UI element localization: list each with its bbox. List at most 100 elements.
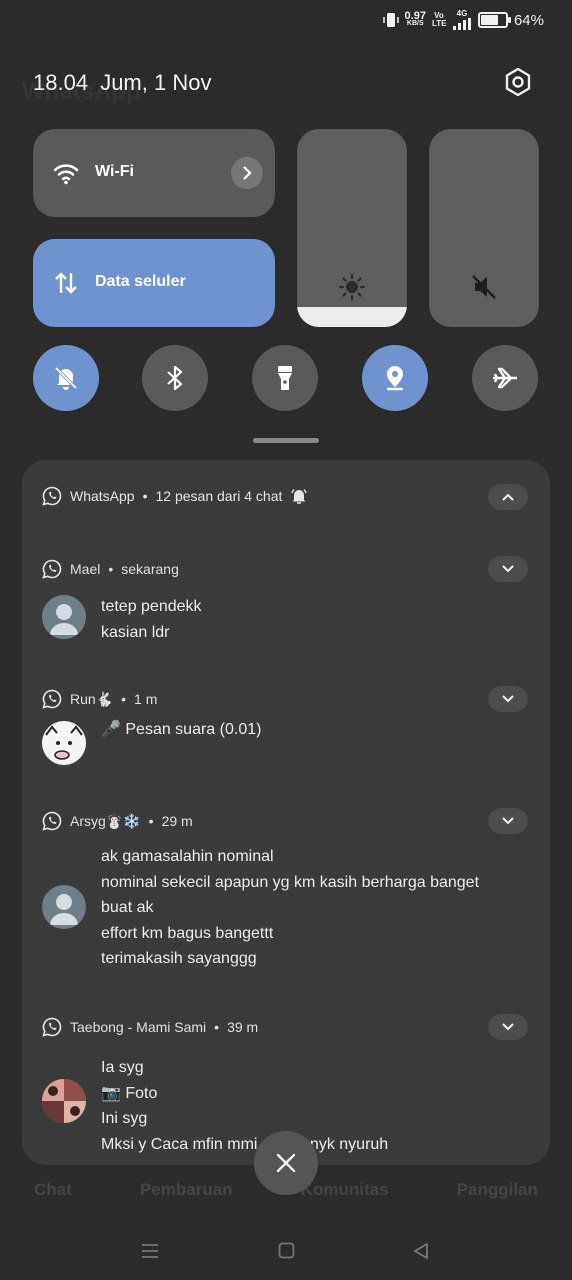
volume-mute-icon: [472, 275, 496, 299]
brightness-slider[interactable]: [297, 129, 407, 327]
battery-icon: [477, 12, 511, 28]
chevron-down-icon: [502, 817, 514, 825]
expand-notification-button[interactable]: [488, 686, 528, 712]
battery-percent: 64%: [513, 11, 544, 29]
dnd-toggle[interactable]: [33, 345, 99, 411]
panel-drag-handle[interactable]: [253, 438, 319, 443]
default-avatar-icon: [50, 894, 78, 925]
wifi-icon: [53, 164, 79, 185]
airplane-icon: [493, 367, 517, 389]
bell-off-icon: [54, 366, 78, 390]
airplane-toggle[interactable]: [472, 345, 538, 411]
background-tab: Pembaruan: [139, 1180, 233, 1199]
bluetooth-icon: [167, 365, 183, 391]
collapse-group-button[interactable]: [488, 484, 528, 510]
chevron-down-icon: [502, 1023, 514, 1031]
message-line: Ini syg: [101, 1110, 148, 1127]
whatsapp-group-header[interactable]: WhatsApp • 12 pesan dari 4 chat: [42, 486, 308, 506]
notification-time: 29 m: [161, 813, 193, 829]
wifi-tile[interactable]: Wi-Fi: [33, 129, 275, 217]
close-icon: [276, 1153, 296, 1173]
back-icon[interactable]: [412, 1242, 430, 1260]
clear-all-button[interactable]: [254, 1131, 318, 1195]
group-summary: 12 pesan dari 4 chat: [155, 488, 283, 504]
location-icon: [386, 366, 404, 391]
avatar: [42, 721, 86, 765]
volume-slider[interactable]: [429, 129, 539, 327]
notification-header: Mael • sekarang: [42, 559, 179, 579]
volte-indicator: Vo LTE: [431, 11, 447, 28]
message-list: ak gamasalahin nominal nominal sekecil a…: [101, 844, 479, 972]
message-line: tetep pendekk: [101, 598, 202, 615]
vibrate-icon: [382, 13, 399, 27]
message-line: Ia syg: [101, 1059, 144, 1076]
sender-name: Taebong - Mami Sami: [70, 1019, 207, 1035]
message-line: 📷 Foto: [101, 1084, 158, 1102]
bluetooth-toggle[interactable]: [142, 345, 208, 411]
recent-apps-icon[interactable]: [141, 1242, 159, 1260]
clock-time: 18.04: [33, 70, 89, 95]
message-list: Ia syg 📷 Foto Ini syg Mksi y Caca mfin m…: [101, 1055, 388, 1157]
message-line: nominal sekecil apapun yg km kasih berha…: [101, 873, 480, 891]
whatsapp-icon: [42, 486, 62, 506]
background-tab: Chat: [34, 1180, 72, 1199]
chevron-up-icon: [502, 493, 514, 501]
separator-dot: •: [148, 813, 154, 829]
avatar: [42, 595, 86, 639]
group-app-name: WhatsApp: [70, 488, 135, 504]
network-speed: 0.97 KB/S: [404, 10, 426, 28]
wifi-expand-button[interactable]: [231, 157, 263, 189]
sender-name: Run🐇: [70, 690, 114, 707]
message-line: effort km bagus bangettt: [101, 924, 274, 942]
notification-time: 1 m: [134, 691, 158, 707]
status-bar: 0.97 KB/S Vo LTE 4G 64%: [382, 10, 544, 30]
system-navigation-bar: [0, 1236, 572, 1266]
message-line: ak gamasalahin nominal: [101, 848, 274, 865]
separator-dot: •: [108, 561, 114, 577]
message-list: 🎤 Pesan suara (0.01): [101, 717, 261, 743]
message-list: tetep pendekk kasian ldr: [101, 594, 202, 645]
settings-gear-icon[interactable]: [504, 68, 532, 96]
signal-indicator: 4G: [452, 10, 472, 30]
chevron-down-icon: [502, 695, 514, 703]
whatsapp-icon: [42, 811, 62, 831]
flashlight-icon: [278, 366, 292, 390]
home-icon[interactable]: [278, 1242, 295, 1259]
location-toggle[interactable]: [362, 345, 428, 411]
sender-name: Arsyg☃️❄️: [70, 812, 141, 829]
brightness-icon: [338, 273, 366, 301]
whatsapp-icon: [42, 559, 62, 579]
notification-header: Run🐇 • 1 m: [42, 689, 157, 709]
notification-panel: WhatsApp • 12 pesan dari 4 chat Mael • s…: [22, 460, 550, 1165]
whatsapp-icon: [42, 1017, 62, 1037]
notification-time: 39 m: [227, 1019, 259, 1035]
signal-icon: [452, 18, 471, 30]
date-label: Jum, 1 Nov: [100, 70, 212, 95]
sender-name: Mael: [70, 561, 101, 577]
network-type: 4G: [456, 9, 468, 18]
expand-notification-button[interactable]: [488, 1014, 528, 1040]
notification-header: Taebong - Mami Sami • 39 m: [42, 1017, 258, 1037]
default-avatar-icon: [50, 604, 78, 635]
chevron-right-icon: [243, 166, 252, 180]
background-tab: Panggilan: [456, 1180, 538, 1199]
mobile-data-tile[interactable]: Data seluler: [33, 239, 275, 327]
message-line: kasian ldr: [101, 623, 170, 641]
notification-header: Arsyg☃️❄️ • 29 m: [42, 811, 193, 831]
separator-dot: •: [214, 1019, 220, 1035]
message-line: buat ak: [101, 899, 154, 916]
clock-date: 18.04 Jum, 1 Nov: [33, 70, 211, 96]
flashlight-toggle[interactable]: [252, 345, 318, 411]
wifi-label: Wi-Fi: [95, 163, 134, 180]
whatsapp-icon: [42, 689, 62, 709]
expand-notification-button[interactable]: [488, 808, 528, 834]
data-arrows-icon: [55, 272, 77, 294]
expand-notification-button[interactable]: [488, 556, 528, 582]
notification-time: sekarang: [121, 561, 179, 577]
photo-collage-avatar: [42, 1079, 86, 1123]
avatar: [42, 885, 86, 929]
alarm-bell-icon: [291, 488, 308, 504]
cartoon-cat-avatar: [45, 725, 83, 760]
message-line: Mksi y Caca mfin mmi sring bnyk nyuruh: [101, 1135, 389, 1153]
chevron-down-icon: [502, 565, 514, 573]
